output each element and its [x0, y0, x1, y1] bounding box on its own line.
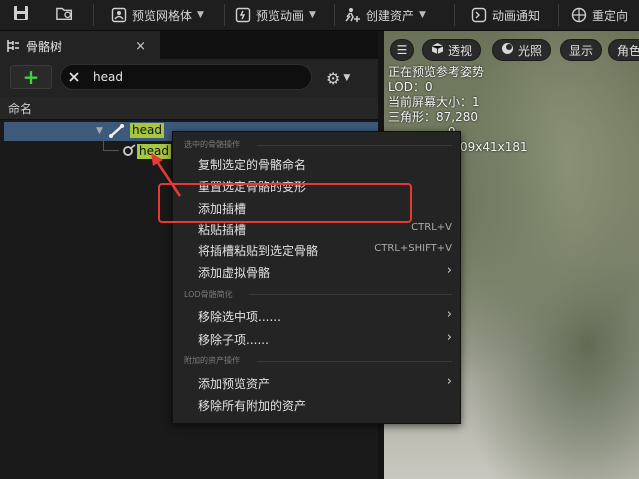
chevron-right-icon: › [446, 307, 452, 322]
chevron-down-icon: ▼ [419, 10, 426, 20]
create-asset-icon [344, 6, 362, 24]
toolbar-divider [454, 4, 455, 26]
create-asset-label: 创建资产 [366, 8, 415, 23]
lighting-label: 光照 [518, 43, 543, 58]
anim-notify-button[interactable]: 动画通知 [470, 0, 540, 30]
create-asset-button[interactable]: 创建资产 ▼ [344, 0, 426, 30]
menu-section-header: 附加的资产操作 [184, 356, 240, 365]
tab-skeleton-tree[interactable]: 骨骼树 × [0, 31, 160, 59]
show-label: 显示 [569, 43, 594, 58]
menu-section-header: LOD骨骼简化 [184, 290, 233, 299]
preview-animation-button[interactable]: 预览动画 ▼ [234, 0, 316, 30]
toolbar-divider [334, 4, 335, 26]
toolbar-divider [93, 4, 94, 26]
save-icon[interactable] [12, 4, 30, 22]
menu-item-label: 粘贴插槽 [198, 223, 247, 237]
chevron-right-icon: › [446, 330, 452, 345]
stats-line: 当前屏幕大小：1 [388, 95, 480, 109]
browse-asset-icon[interactable] [56, 4, 74, 22]
chevron-right-icon: › [446, 263, 452, 278]
skeleton-tree-icon [6, 39, 20, 53]
menu-item-label: 移除子项...... [198, 333, 269, 347]
viewport-toolbar: ☰ 透视 光照 显示 角色 [384, 35, 639, 61]
perspective-label: 透视 [448, 43, 473, 58]
retarget-label: 重定向 [592, 8, 629, 23]
menu-item-copy-bone-names[interactable]: 复制选定的骨骼命名 [173, 153, 460, 174]
mesh-icon [110, 6, 128, 24]
menu-item-remove-all-attached[interactable]: 移除所有附加的资产 [173, 394, 460, 415]
menu-divider [257, 145, 452, 146]
menu-item-label: 将插槽粘贴到选定骨骼 [198, 244, 319, 258]
show-button[interactable]: 显示 [560, 39, 603, 61]
clear-search-icon[interactable] [65, 68, 83, 86]
tab-title: 骨骼树 [26, 39, 63, 54]
preview-mesh-label: 预览网格体 [132, 8, 193, 23]
menu-item-label: 移除选中项...... [198, 310, 281, 324]
settings-button[interactable]: ⚙ ▼ [326, 67, 366, 89]
gear-icon: ⚙ [326, 68, 341, 88]
preview-mesh-button[interactable]: 预览网格体 ▼ [110, 0, 204, 30]
menu-item-label: 添加虚拟骨骼 [198, 266, 271, 280]
toolbar-divider [224, 4, 225, 26]
menu-item-label: 添加预览资产 [198, 377, 271, 391]
viewport-menu-button[interactable]: ☰ [390, 39, 414, 61]
perspective-button[interactable]: 透视 [422, 39, 482, 61]
toolbar-divider [558, 4, 559, 26]
menu-item-add-virtual-bone[interactable]: 添加虚拟骨骼 › [173, 261, 460, 282]
collapse-arrow-icon[interactable]: ▼ [96, 126, 103, 136]
menu-divider [257, 361, 452, 362]
retarget-button[interactable]: 重定向 [570, 0, 628, 30]
column-header-name[interactable]: 命名 [0, 97, 378, 120]
menu-item-remove-children[interactable]: 移除子项...... › [173, 328, 460, 349]
search-box[interactable] [60, 64, 312, 90]
chevron-down-icon: ▼ [309, 10, 316, 20]
search-row: + ⚙ ▼ [0, 59, 378, 97]
context-menu: 选中的骨骼操作 复制选定的骨骼命名 重置选定骨骼的变形 添加插槽 粘贴插槽 CT… [172, 131, 461, 424]
character-button[interactable]: 角色 [608, 39, 639, 61]
menu-item-add-preview-asset[interactable]: 添加预览资产 › [173, 372, 460, 393]
socket-icon [122, 143, 136, 162]
annotation-highlight-box [158, 183, 412, 223]
preview-animation-label: 预览动画 [256, 8, 305, 23]
menu-section-header: 选中的骨骼操作 [184, 140, 240, 149]
main-toolbar: 预览网格体 ▼ 预览动画 ▼ 创建资产 ▼ 动画通知 重定向 [0, 0, 639, 31]
stats-line: LOD：0 [388, 80, 433, 94]
menu-item-paste-socket-to-bone[interactable]: 将插槽粘贴到选定骨骼 CTRL+SHIFT+V [173, 239, 460, 260]
plus-icon: + [22, 65, 40, 89]
anim-notify-icon [470, 6, 488, 24]
panel-tabbar: 骨骼树 × [0, 31, 378, 59]
shortcut-label: CTRL+SHIFT+V [374, 243, 452, 254]
chevron-down-icon: ▼ [197, 10, 204, 20]
menu-item-remove-selected[interactable]: 移除选中项...... › [173, 305, 460, 326]
add-button[interactable]: + [10, 65, 52, 89]
menu-divider [249, 294, 452, 295]
animation-icon [234, 6, 252, 24]
annotation-arrow-icon [151, 153, 182, 197]
hamburger-icon: ☰ [396, 43, 408, 57]
menu-item-label: 移除所有附加的资产 [198, 399, 307, 413]
lighting-button[interactable]: 光照 [492, 39, 552, 61]
stats-line: 正在预览参考姿势 [388, 65, 485, 79]
close-icon[interactable]: × [135, 39, 146, 54]
character-label: 角色 [617, 43, 639, 58]
chevron-right-icon: › [446, 374, 452, 389]
bone-name: head [130, 123, 164, 138]
anim-notify-label: 动画通知 [492, 8, 541, 23]
cube-icon [431, 42, 444, 58]
chevron-down-icon: ▼ [343, 73, 351, 83]
column-header-label: 命名 [8, 101, 33, 116]
stats-line: 三角形：87,280 [388, 110, 478, 124]
retarget-icon [570, 6, 588, 24]
shortcut-label: CTRL+V [411, 222, 452, 233]
lighting-icon [501, 42, 514, 58]
menu-item-label: 复制选定的骨骼命名 [198, 158, 307, 172]
search-input[interactable] [91, 69, 295, 85]
bone-icon [108, 123, 126, 143]
